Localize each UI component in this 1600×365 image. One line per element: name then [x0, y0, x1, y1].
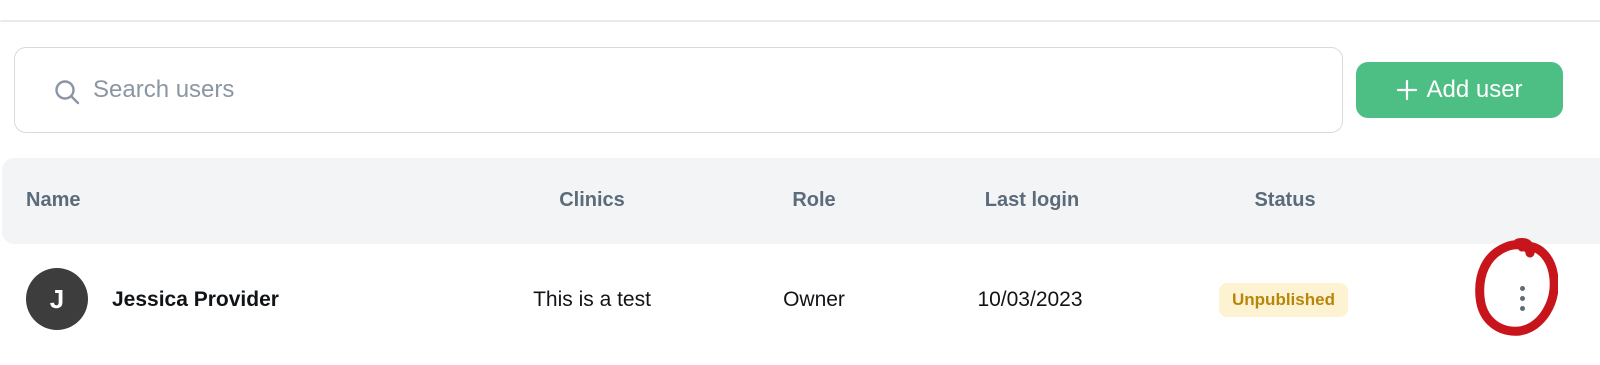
- column-header-status[interactable]: Status: [1222, 189, 1348, 212]
- top-divider: [0, 20, 1600, 22]
- add-user-button[interactable]: Add user: [1356, 62, 1563, 118]
- search-icon: [55, 80, 80, 105]
- avatar: J: [26, 268, 88, 330]
- column-header-role[interactable]: Role: [754, 189, 874, 212]
- users-page: Add user Name Clinics Role Last login St…: [0, 0, 1600, 365]
- plus-icon: [1397, 79, 1418, 101]
- table-row[interactable]: J Jessica Provider This is a test Owner …: [0, 244, 1600, 365]
- add-user-label: Add user: [1426, 76, 1523, 103]
- row-actions-button[interactable]: [1508, 278, 1536, 318]
- user-last-login: 10/03/2023: [977, 288, 1083, 311]
- kebab-menu-icon: [1519, 285, 1525, 311]
- search-input[interactable]: [93, 68, 1293, 112]
- table-header: Name Clinics Role Last login Status: [2, 158, 1600, 244]
- column-header-last-login[interactable]: Last login: [962, 189, 1102, 212]
- status-badge: Unpublished: [1219, 283, 1348, 317]
- user-clinics: This is a test: [533, 288, 651, 311]
- user-role: Owner: [783, 288, 845, 311]
- search-box[interactable]: [14, 47, 1343, 133]
- user-name[interactable]: Jessica Provider: [112, 288, 279, 312]
- column-header-name[interactable]: Name: [26, 189, 80, 212]
- column-header-clinics[interactable]: Clinics: [532, 189, 652, 212]
- avatar-initial: J: [49, 283, 65, 314]
